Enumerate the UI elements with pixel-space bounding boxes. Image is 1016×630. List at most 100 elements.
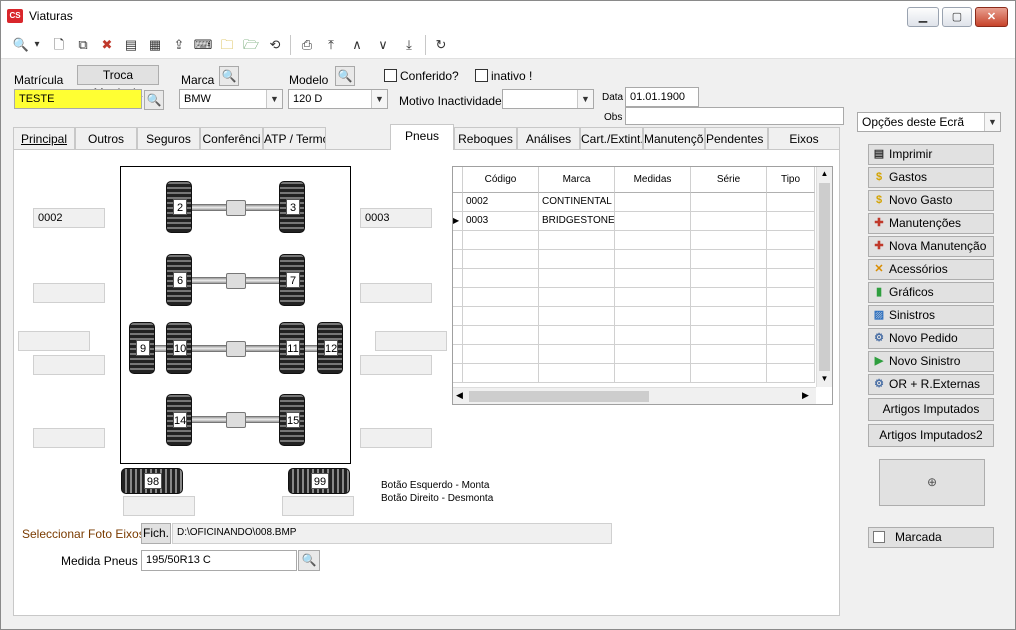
- tyre-3[interactable]: 3: [279, 181, 305, 233]
- tab-seguros[interactable]: Seguros: [137, 127, 200, 149]
- grid-cell[interactable]: 0003: [463, 212, 539, 231]
- conferido-checkbox[interactable]: [384, 69, 397, 82]
- first-record-icon[interactable]: ⤒: [321, 35, 341, 55]
- artigos-imputados2-button[interactable]: Artigos Imputados2: [868, 424, 994, 447]
- tyre-position-field-3[interactable]: 0003: [360, 208, 432, 228]
- grid-cell[interactable]: [691, 212, 767, 231]
- reload-icon[interactable]: ↻: [431, 35, 451, 55]
- grid-cell[interactable]: [767, 212, 815, 231]
- tyre-2[interactable]: 2: [166, 181, 192, 233]
- tyre-7[interactable]: 7: [279, 254, 305, 306]
- grid-header-marca[interactable]: Marca: [539, 167, 615, 193]
- motivo-select[interactable]: ▼: [502, 89, 594, 109]
- tab-atp-termo[interactable]: ATP / Termó: [263, 127, 326, 149]
- horizontal-scroll-thumb[interactable]: [469, 391, 649, 402]
- tab-cart-extint[interactable]: Cart./Extint.: [580, 127, 643, 149]
- modelo-select[interactable]: 120 D ▼: [288, 89, 388, 109]
- find-folder-icon[interactable]: 🗀: [217, 35, 237, 55]
- grid-row-indicator[interactable]: ▶: [453, 212, 463, 231]
- tab-pendentes[interactable]: Pendentes C: [705, 127, 768, 149]
- marca-select[interactable]: BMW ▼: [179, 89, 283, 109]
- grid-cell[interactable]: [691, 193, 767, 212]
- modelo-search-icon[interactable]: 🔍: [335, 66, 355, 86]
- chevron-down-icon[interactable]: ▼: [577, 90, 593, 108]
- new-document-icon[interactable]: 🗋: [49, 35, 69, 55]
- next-record-icon[interactable]: ∨: [373, 35, 393, 55]
- scroll-up-icon[interactable]: ▲: [819, 169, 830, 179]
- vertical-scrollbar[interactable]: ▲ ▼: [816, 167, 832, 387]
- grid-cell[interactable]: BRIDGESTONE: [539, 212, 615, 231]
- fich-button[interactable]: Fich.: [141, 523, 171, 544]
- preview-icon[interactable]: ⎙: [297, 35, 317, 55]
- scroll-left-icon[interactable]: ◀: [456, 390, 463, 401]
- grid-cell[interactable]: [615, 193, 691, 212]
- dropdown-arrow-icon[interactable]: ▾: [31, 35, 43, 55]
- previous-record-icon[interactable]: ∧: [347, 35, 367, 55]
- side-button-novo-gasto[interactable]: $ Novo Gasto: [868, 190, 994, 211]
- spare-tyre-98[interactable]: 98: [121, 468, 183, 494]
- minimize-button[interactable]: ▁: [907, 7, 939, 27]
- import-icon[interactable]: ⇪: [169, 35, 189, 55]
- tab-outros[interactable]: Outros: [75, 127, 137, 149]
- tyre-12[interactable]: 12: [317, 322, 343, 374]
- delete-icon[interactable]: ✖: [97, 35, 117, 55]
- copy-document-icon[interactable]: ⧉: [73, 35, 93, 55]
- opcoes-ecra-select[interactable]: Opções deste Ecrã ▼: [857, 112, 1001, 132]
- scroll-down-icon[interactable]: ▼: [819, 374, 830, 384]
- tab-conferencia[interactable]: Conferênci: [200, 127, 263, 149]
- keyboard-icon[interactable]: ⌨: [193, 35, 213, 55]
- marca-search-icon[interactable]: 🔍: [219, 66, 239, 86]
- grid-cell[interactable]: 0002: [463, 193, 539, 212]
- matricula-input[interactable]: TESTE: [14, 89, 142, 109]
- grid-cell[interactable]: CONTINENTAL: [539, 193, 615, 212]
- grid-header-serie[interactable]: Série: [691, 167, 767, 193]
- photo-placeholder-icon[interactable]: ⊕: [879, 459, 985, 506]
- side-button-novo-pedido[interactable]: ⚙ Novo Pedido: [868, 328, 994, 349]
- maximize-button[interactable]: ▢: [942, 7, 972, 27]
- tyre-position-field-2[interactable]: 0002: [33, 208, 105, 228]
- data-input[interactable]: 01.01.1900: [625, 87, 699, 107]
- side-button-acess-rios[interactable]: ✕ Acessórios: [868, 259, 994, 280]
- grid-header-medidas[interactable]: Medidas: [615, 167, 691, 193]
- medida-pneus-input[interactable]: 195/50R13 C: [141, 550, 297, 571]
- grid-header-tipo[interactable]: Tipo: [767, 167, 815, 193]
- tab-manutencoes[interactable]: Manutençõe: [643, 127, 705, 149]
- tab-analises[interactable]: Análises: [517, 127, 580, 149]
- tyre-position-field-11[interactable]: [360, 355, 432, 375]
- medida-search-icon[interactable]: 🔍: [298, 550, 320, 571]
- tyre-6[interactable]: 6: [166, 254, 192, 306]
- side-button-or-r-externas[interactable]: ⚙ OR + R.Externas: [868, 374, 994, 395]
- tyre-position-field-7[interactable]: [360, 283, 432, 303]
- tyre-position-field-14[interactable]: [33, 428, 105, 448]
- foto-path-field[interactable]: D:\OFICINANDO\008.BMP: [172, 523, 612, 544]
- grid-header-codigo[interactable]: Código: [463, 167, 539, 193]
- folder-icon[interactable]: 🗁: [241, 35, 261, 55]
- tyre-11[interactable]: 11: [279, 322, 305, 374]
- tab-eixos[interactable]: Eixos: [768, 127, 840, 149]
- table-icon[interactable]: ▦: [145, 35, 165, 55]
- tyre-15[interactable]: 15: [279, 394, 305, 446]
- side-button-gastos[interactable]: $ Gastos: [868, 167, 994, 188]
- chevron-down-icon[interactable]: ▼: [266, 90, 282, 108]
- report-icon[interactable]: ▤: [121, 35, 141, 55]
- artigos-imputados-button[interactable]: Artigos Imputados: [868, 398, 994, 421]
- obs-input[interactable]: [625, 107, 844, 125]
- side-button-novo-sinistro[interactable]: ▶ Novo Sinistro: [868, 351, 994, 372]
- tab-pneus[interactable]: Pneus: [390, 124, 454, 150]
- grid-cell[interactable]: [767, 193, 815, 212]
- scroll-right-icon[interactable]: ▶: [802, 390, 809, 401]
- side-button-manuten-es[interactable]: ✚ Manutenções: [868, 213, 994, 234]
- tyre-position-field-9[interactable]: [18, 331, 90, 351]
- vertical-scroll-thumb[interactable]: [819, 183, 830, 371]
- search-icon[interactable]: 🔍: [11, 35, 31, 55]
- tyre-9[interactable]: 9: [129, 322, 155, 374]
- refresh-icon[interactable]: ⟲: [265, 35, 285, 55]
- tab-reboques[interactable]: Reboques: [454, 127, 517, 149]
- chevron-down-icon[interactable]: ▼: [371, 90, 387, 108]
- inativo-checkbox[interactable]: [475, 69, 488, 82]
- last-record-icon[interactable]: ⤓: [399, 35, 419, 55]
- spare-tyre-99[interactable]: 99: [288, 468, 350, 494]
- tab-principal[interactable]: Principal: [13, 127, 75, 149]
- troca-matricula-button[interactable]: Troca Matricula: [77, 65, 159, 100]
- tyre-position-field-15[interactable]: [360, 428, 432, 448]
